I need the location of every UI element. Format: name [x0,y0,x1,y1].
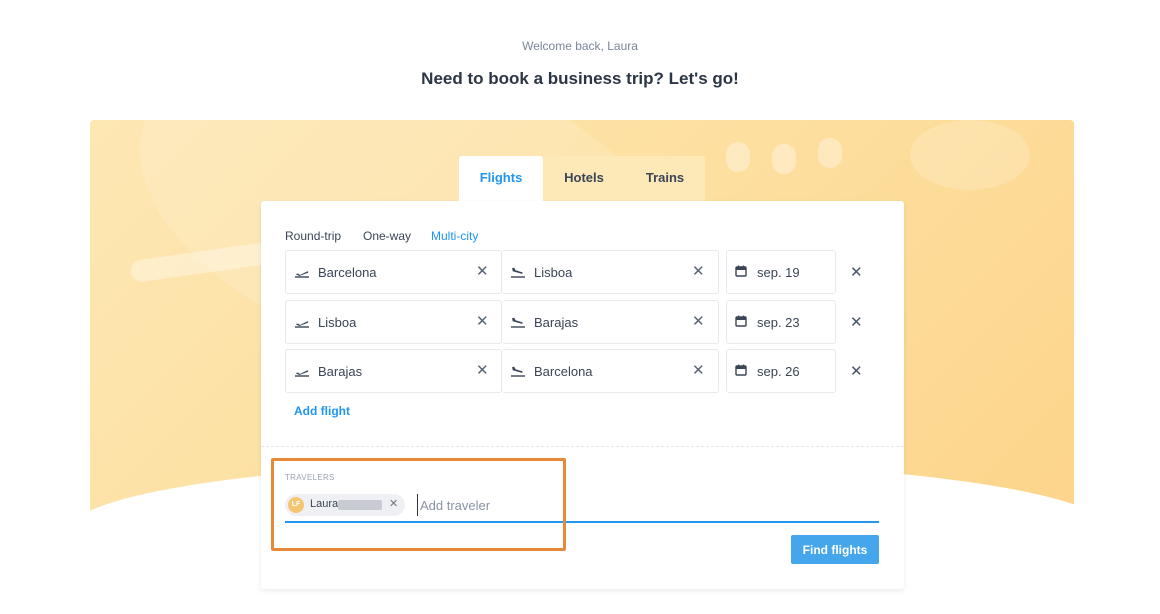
plane-landing-icon [510,364,526,378]
tab-hotels[interactable]: Hotels [543,156,625,202]
clear-origin-icon[interactable]: ✕ [476,262,489,280]
date-field[interactable]: sep. 26 [726,349,836,393]
destination-field[interactable]: Lisboa ✕ [502,250,719,294]
date-value: sep. 26 [757,364,800,379]
destination-field[interactable]: Barajas ✕ [502,300,719,344]
traveler-chip: LF Laura ✕ [285,494,405,516]
add-traveler-input[interactable] [417,494,717,516]
plane-takeoff-icon [294,315,310,329]
calendar-icon [735,265,751,279]
destination-field[interactable]: Barcelona ✕ [502,349,719,393]
traveler-name: Laura [310,498,339,510]
origin-field[interactable]: Barcelona ✕ [285,250,502,294]
date-value: sep. 19 [757,265,800,280]
tab-trains[interactable]: Trains [625,156,705,202]
destination-value: Barcelona [534,364,593,379]
date-field[interactable]: sep. 19 [726,250,836,294]
find-flights-button[interactable]: Find flights [791,535,879,564]
destination-value: Lisboa [534,265,573,280]
section-divider [261,446,904,447]
origin-field[interactable]: Barajas ✕ [285,349,502,393]
redacted-surname [338,500,382,510]
calendar-icon [735,364,751,378]
booking-tabs: Flights Hotels Trains [459,156,705,202]
plane-landing-icon [510,265,526,279]
plane-takeoff-icon [294,265,310,279]
page-headline: Need to book a business trip? Let's go! [421,69,739,88]
remove-flight-icon[interactable]: ✕ [850,313,863,331]
remove-traveler-icon[interactable]: ✕ [389,497,398,510]
travelers-label: TRAVELERS [285,473,335,482]
origin-field[interactable]: Lisboa ✕ [285,300,502,344]
clear-origin-icon[interactable]: ✕ [476,312,489,330]
clear-origin-icon[interactable]: ✕ [476,361,489,379]
clear-destination-icon[interactable]: ✕ [692,262,705,280]
tab-flights[interactable]: Flights [459,156,543,202]
booking-card: Round-trip One-way Multi-city Barcelona … [261,201,904,589]
plane-landing-icon [510,315,526,329]
trip-type-one-way[interactable]: One-way [363,229,411,243]
add-flight-link[interactable]: Add flight [294,404,350,418]
clear-destination-icon[interactable]: ✕ [692,361,705,379]
welcome-text: Welcome back, Laura [522,39,638,53]
date-field[interactable]: sep. 23 [726,300,836,344]
date-value: sep. 23 [757,315,800,330]
remove-flight-icon[interactable]: ✕ [850,263,863,281]
origin-value: Lisboa [318,315,357,330]
origin-value: Barcelona [318,265,377,280]
remove-flight-icon[interactable]: ✕ [850,362,863,380]
input-underline [285,521,879,523]
trip-type-multi-city[interactable]: Multi-city [431,229,478,243]
avatar: LF [288,497,304,513]
destination-value: Barajas [534,315,579,330]
plane-takeoff-icon [294,364,310,378]
trip-type-round-trip[interactable]: Round-trip [285,229,341,243]
origin-value: Barajas [318,364,363,379]
calendar-icon [735,315,751,329]
clear-destination-icon[interactable]: ✕ [692,312,705,330]
